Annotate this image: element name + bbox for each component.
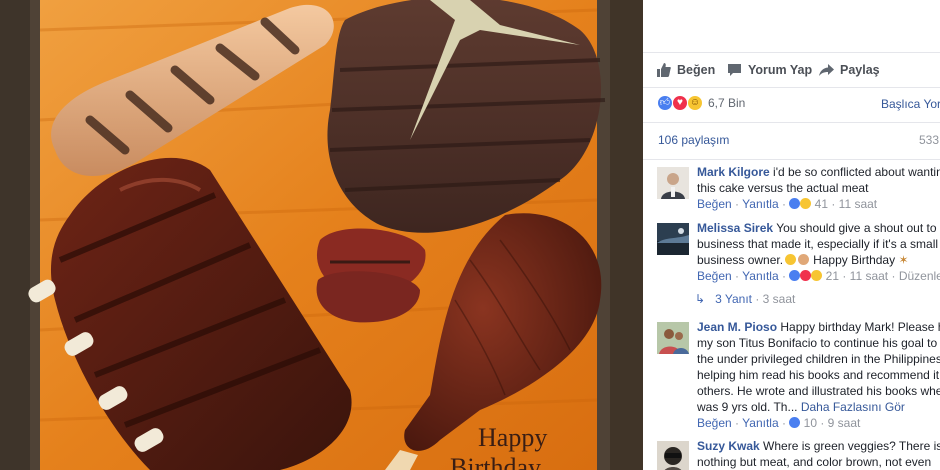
haha-reaction-icon xyxy=(800,198,812,209)
comment-meta: Beğen · Yanıtla · 10 · 9 saat xyxy=(697,416,861,430)
replies-time: 3 saat xyxy=(762,292,796,306)
comment-time: 11 saat xyxy=(849,269,889,283)
comment-text-fragment: was 9 yrs old. Th... xyxy=(697,400,798,414)
comment-text: Where is green veggies? There is xyxy=(763,439,940,453)
like-reaction-icon: 👍︎ xyxy=(657,95,673,111)
post-photo[interactable]: Happy Birthday xyxy=(0,0,643,470)
avatar-image xyxy=(657,223,689,255)
post-action-bar: Beğen Yorum Yap Paylaş xyxy=(643,52,940,88)
comment-text-line: this cake versus the actual meat xyxy=(697,181,869,195)
avatar[interactable] xyxy=(657,167,689,199)
like-reaction-icon xyxy=(789,270,801,281)
party-emoji-icon: ✶ xyxy=(898,253,909,267)
comment-meta: Beğen · Yanıtla · 21 · 11 saat · Düzenle… xyxy=(697,268,940,284)
comment-edited-label[interactable]: Düzenlen xyxy=(899,269,940,283)
avatar[interactable] xyxy=(657,322,689,354)
avatar-image xyxy=(657,167,689,199)
comment-like-link[interactable]: Beğen xyxy=(697,416,732,430)
comment-text-fragment: Happy Birthday xyxy=(813,253,896,267)
comment-icon xyxy=(728,64,741,76)
avatar[interactable] xyxy=(657,441,689,470)
thumbs-up-icon xyxy=(657,63,671,77)
replies-count[interactable]: 3 Yanıt xyxy=(715,292,752,306)
comment-time: 9 saat xyxy=(827,416,861,430)
share-count-link[interactable]: 106 paylaşım xyxy=(658,133,729,147)
comment-text-line: my son Titus Bonifacio to continue his g… xyxy=(697,336,938,350)
comment-text-line: was 9 yrs old. Th... Daha Fazlasını Gör xyxy=(697,399,940,415)
view-replies-link[interactable]: ↳ 3 Yanıt · 3 saat xyxy=(695,292,795,306)
comment-reply-link[interactable]: Yanıtla xyxy=(742,416,778,430)
comment-time: 11 saat xyxy=(838,197,878,211)
comment-like-link[interactable]: Beğen xyxy=(697,197,732,211)
comment-text-line: helping him read his books and recommend… xyxy=(697,368,940,382)
haha-reaction-icon: ☺ xyxy=(687,95,703,111)
comment-reply-link[interactable]: Yanıtla xyxy=(742,269,778,283)
comment-body: Melissa Sirek You should give a shout ou… xyxy=(697,220,940,284)
see-more-link[interactable]: Daha Fazlasını Gör xyxy=(801,400,905,414)
comment-author[interactable]: Mark Kilgore xyxy=(697,165,770,179)
comment-button-label: Yorum Yap xyxy=(748,63,813,77)
cake-text-line2: Birthday xyxy=(450,453,541,470)
like-button[interactable]: Beğen xyxy=(657,61,715,79)
share-button-label: Paylaş xyxy=(840,63,880,77)
comment-button[interactable]: Yorum Yap xyxy=(727,61,812,79)
reaction-count: 6,7 Bin xyxy=(708,96,746,110)
reply-arrow-icon: ↳ xyxy=(695,292,706,306)
avatar[interactable] xyxy=(657,223,689,255)
share-button[interactable]: Paylaş xyxy=(819,61,880,79)
post-side-panel: Beğen Yorum Yap Paylaş 👍︎ ♥ ☺ 6,7 Bin Ba… xyxy=(643,0,940,470)
wow-reaction-icon xyxy=(811,270,823,281)
cake-image: Happy Birthday xyxy=(0,0,643,470)
comment-author[interactable]: Melissa Sirek xyxy=(697,221,773,235)
view-count: 533 xyxy=(919,133,940,147)
shares-row: 106 paylaşım 533 xyxy=(643,122,940,160)
share-icon xyxy=(819,64,834,76)
comment-text-line: business that made it, especially if it'… xyxy=(697,237,939,251)
smile-emoji-icon xyxy=(785,254,797,265)
avatar-image xyxy=(657,441,689,470)
comment-text-fragment: business owner. xyxy=(697,253,784,267)
comment-meta: Beğen · Yanıtla · 41 · 11 saat xyxy=(697,197,878,211)
like-button-label: Beğen xyxy=(677,63,716,77)
steak-slices xyxy=(316,228,426,323)
comment-author[interactable]: Suzy Kwak xyxy=(697,439,760,453)
comment-text-line: nothing but meat, and color brown, not e… xyxy=(697,455,932,469)
comment-text: i'd be so conflicted about wantin xyxy=(773,165,940,179)
like-reaction-icon xyxy=(789,198,801,209)
comment-text: Happy birthday Mark! Please h xyxy=(780,320,940,334)
cake-text-line1: Happy xyxy=(478,423,547,452)
love-reaction-icon: ♥ xyxy=(672,95,688,111)
reactions-summary[interactable]: 👍︎ ♥ ☺ 6,7 Bin Başlıca Yor xyxy=(643,93,940,115)
thumbs-up-emoji-icon xyxy=(798,254,810,265)
comment-author[interactable]: Jean M. Pioso xyxy=(697,320,777,334)
comment-reaction-count[interactable]: 41 xyxy=(815,197,828,211)
comment-text-line: the under privileged children in the Phi… xyxy=(697,352,940,366)
love-reaction-icon xyxy=(800,270,812,281)
comment-text-line: others. He wrote and illustrated his boo… xyxy=(697,384,940,398)
comment-body: Suzy Kwak Where is green veggies? There … xyxy=(697,438,940,470)
comment-like-link[interactable]: Beğen xyxy=(697,269,732,283)
comment-body: Mark Kilgore i'd be so conflicted about … xyxy=(697,164,940,212)
comment-reaction-count[interactable]: 21 xyxy=(826,269,839,283)
like-reaction-icon xyxy=(789,417,801,428)
avatar-image xyxy=(657,322,689,354)
comment-text: You should give a shout out to t xyxy=(776,221,940,235)
comment-text-line: business owner. Happy Birthday ✶ xyxy=(697,252,940,268)
comment-reply-link[interactable]: Yanıtla xyxy=(742,197,778,211)
comment-reaction-count[interactable]: 10 xyxy=(804,416,817,430)
top-comments-link[interactable]: Başlıca Yor xyxy=(881,97,940,111)
comment-body: Jean M. Pioso Happy birthday Mark! Pleas… xyxy=(697,319,940,431)
